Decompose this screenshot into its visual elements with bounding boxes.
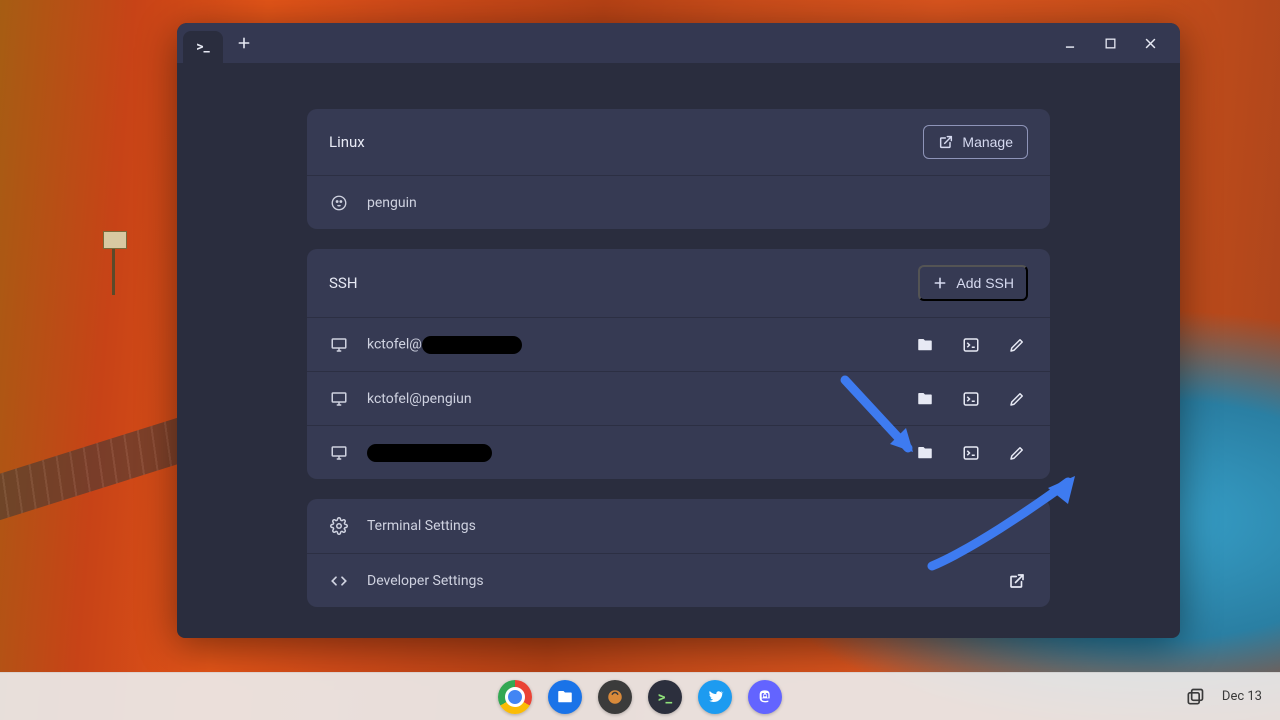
open-terminal-button[interactable] (960, 442, 982, 464)
holding-space-icon[interactable] (1184, 686, 1206, 708)
developer-settings-label: Developer Settings (367, 573, 484, 589)
sftp-mount-button[interactable] (914, 334, 936, 356)
plus-icon (932, 275, 948, 291)
terminal-settings-label: Terminal Settings (367, 518, 476, 534)
window-close-button[interactable] (1136, 29, 1164, 57)
settings-section: Terminal Settings Developer Settings (307, 499, 1050, 607)
new-tab-button[interactable] (227, 26, 261, 60)
add-ssh-button[interactable]: Add SSH (918, 265, 1028, 301)
terminal-prompt-icon: >_ (196, 39, 209, 55)
monitor-icon (329, 443, 349, 463)
window-minimize-button[interactable] (1056, 29, 1084, 57)
window-titlebar: >_ (177, 23, 1180, 63)
shelf: >_ Dec 13 (0, 672, 1280, 720)
redacted-text (367, 444, 492, 462)
ssh-connection-row[interactable]: kctofel@pengiun (307, 371, 1050, 425)
add-ssh-label: Add SSH (956, 275, 1014, 291)
ssh-section-title: SSH (329, 274, 358, 292)
monitor-icon (329, 389, 349, 409)
shelf-app-twitter[interactable] (698, 680, 732, 714)
window-maximize-button[interactable] (1096, 29, 1124, 57)
open-external-button[interactable] (1006, 570, 1028, 592)
edit-connection-button[interactable] (1006, 334, 1028, 356)
shelf-app-mastodon[interactable] (748, 680, 782, 714)
ssh-connection-row[interactable]: kctofel@ (307, 317, 1050, 371)
linux-section-title: Linux (329, 133, 365, 151)
redacted-text (422, 336, 522, 354)
sftp-mount-button[interactable] (914, 442, 936, 464)
shelf-app-files[interactable] (548, 680, 582, 714)
shelf-app-tote[interactable] (598, 680, 632, 714)
ssh-connection-row[interactable] (307, 425, 1050, 479)
window-content: Linux Manage penguin (177, 63, 1180, 638)
code-icon (329, 571, 349, 591)
ssh-connection-label: kctofel@pengiun (367, 391, 472, 407)
monitor-icon (329, 335, 349, 355)
developer-settings-row[interactable]: Developer Settings (307, 553, 1050, 607)
sftp-mount-button[interactable] (914, 388, 936, 410)
wallpaper-signpost (100, 225, 128, 295)
edit-connection-button[interactable] (1006, 442, 1028, 464)
linux-section: Linux Manage penguin (307, 109, 1050, 229)
shelf-app-chrome[interactable] (498, 680, 532, 714)
penguin-icon (329, 193, 349, 213)
linux-container-label: penguin (367, 195, 417, 211)
linux-container-row[interactable]: penguin (307, 175, 1050, 229)
ssh-connection-label (367, 444, 492, 462)
manage-button-label: Manage (962, 134, 1013, 150)
edit-connection-button[interactable] (1006, 388, 1028, 410)
shelf-date[interactable]: Dec 13 (1222, 689, 1262, 704)
open-terminal-button[interactable] (960, 388, 982, 410)
gear-icon (329, 516, 349, 536)
shelf-apps: >_ (498, 680, 782, 714)
manage-linux-button[interactable]: Manage (923, 125, 1028, 159)
shelf-app-terminal[interactable]: >_ (648, 680, 682, 714)
open-external-icon (938, 134, 954, 150)
terminal-window: >_ Linux (177, 23, 1180, 638)
ssh-connection-label: kctofel@ (367, 336, 522, 354)
terminal-tab[interactable]: >_ (183, 31, 223, 63)
terminal-settings-row[interactable]: Terminal Settings (307, 499, 1050, 553)
open-terminal-button[interactable] (960, 334, 982, 356)
ssh-section: SSH Add SSH kctofel@ (307, 249, 1050, 479)
